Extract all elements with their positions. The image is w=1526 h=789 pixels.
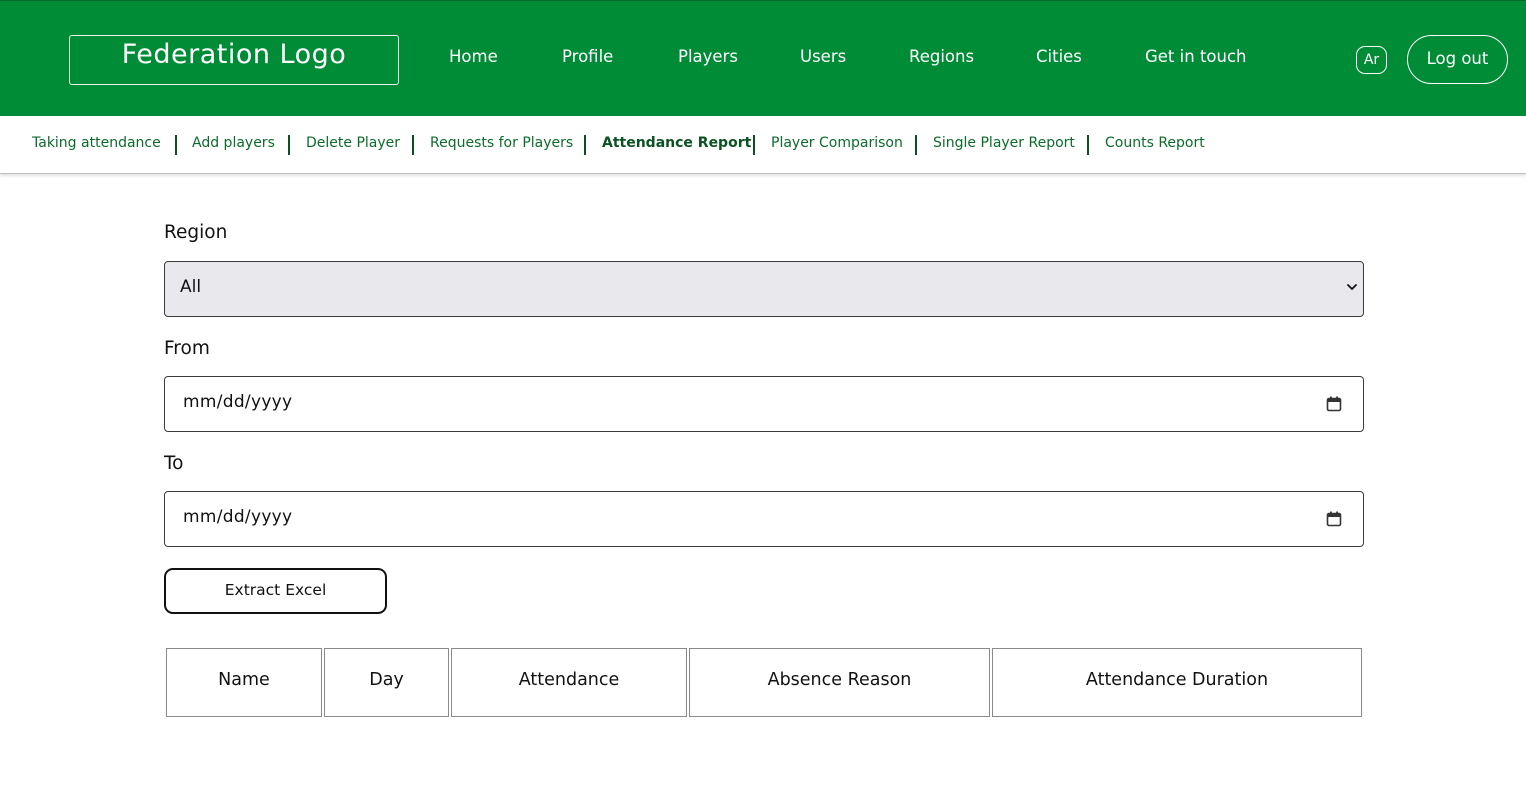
nav-profile[interactable]: Profile — [562, 47, 613, 66]
to-date-value: mm/dd/yyyy — [183, 507, 293, 527]
region-select[interactable]: All — [164, 261, 1364, 317]
subnav-separator — [412, 135, 414, 155]
subnav-separator — [1087, 135, 1089, 155]
subnav-separator — [584, 135, 586, 155]
column-header-attendance: Attendance — [451, 648, 687, 717]
nav-players[interactable]: Players — [678, 47, 738, 66]
nav-get-in-touch[interactable]: Get in touch — [1145, 47, 1247, 66]
subnav-taking-attendance[interactable]: Taking attendance — [32, 135, 161, 151]
from-label: From — [164, 338, 210, 359]
nav-cities[interactable]: Cities — [1036, 47, 1082, 66]
column-header-attendance-duration: Attendance Duration — [992, 648, 1362, 717]
subnav-separator — [753, 135, 755, 155]
nav-home[interactable]: Home — [449, 47, 498, 66]
subnav-requests-for-players[interactable]: Requests for Players — [430, 135, 573, 151]
top-navbar: Federation Logo Home Profile Players Use… — [0, 0, 1526, 116]
subnav-separator — [288, 135, 290, 155]
subnav-single-player-report[interactable]: Single Player Report — [933, 135, 1075, 151]
column-header-name: Name — [166, 648, 322, 717]
subnav-counts-report[interactable]: Counts Report — [1105, 135, 1205, 151]
logo-text: Federation Logo — [121, 39, 347, 70]
from-date-value: mm/dd/yyyy — [183, 392, 293, 412]
subnav-delete-player[interactable]: Delete Player — [306, 135, 400, 151]
region-label: Region — [164, 222, 228, 243]
language-toggle-button[interactable]: Ar — [1356, 46, 1387, 74]
federation-logo[interactable]: Federation Logo — [69, 35, 399, 85]
to-label: To — [164, 453, 184, 474]
report-subnav: Taking attendance Add players Delete Pla… — [0, 116, 1526, 174]
from-date-input[interactable]: mm/dd/yyyy — [164, 376, 1364, 432]
subnav-separator — [915, 135, 917, 155]
to-date-input[interactable]: mm/dd/yyyy — [164, 491, 1364, 547]
column-header-day: Day — [324, 648, 449, 717]
extract-excel-button[interactable]: Extract Excel — [164, 568, 387, 614]
subnav-player-comparison[interactable]: Player Comparison — [771, 135, 903, 151]
subnav-add-players[interactable]: Add players — [192, 135, 275, 151]
calendar-icon[interactable] — [1326, 396, 1342, 412]
subnav-separator — [175, 135, 177, 155]
region-select-value: All — [180, 277, 202, 297]
calendar-icon[interactable] — [1326, 511, 1342, 527]
logout-button[interactable]: Log out — [1407, 35, 1508, 84]
chevron-down-icon — [1347, 284, 1357, 290]
column-header-absence-reason: Absence Reason — [689, 648, 990, 717]
subnav-attendance-report[interactable]: Attendance Report — [602, 135, 751, 151]
nav-users[interactable]: Users — [800, 47, 846, 66]
nav-regions[interactable]: Regions — [909, 47, 974, 66]
